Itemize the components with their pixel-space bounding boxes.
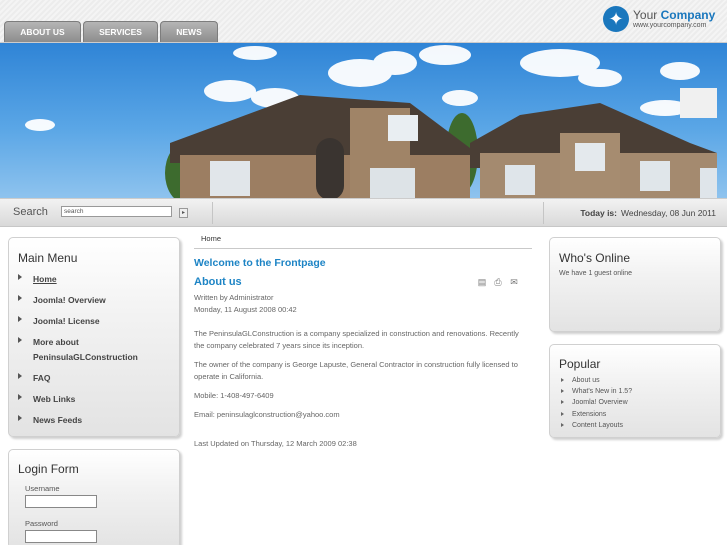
whos-online-text: We have 1 guest online bbox=[559, 270, 633, 277]
popular-item-extensions[interactable]: Extensions bbox=[559, 409, 632, 420]
house-illustration bbox=[25, 45, 717, 198]
popular-item-content-layouts[interactable]: Content Layouts bbox=[559, 420, 632, 431]
menu-item-web-links[interactable]: Web Links bbox=[17, 392, 177, 407]
password-input[interactable] bbox=[25, 530, 97, 543]
menu-item-faq[interactable]: FAQ bbox=[17, 371, 177, 386]
main-menu-list: Home Joomla! Overview Joomla! License Mo… bbox=[17, 272, 177, 428]
article-icons: ▤ ⎙ ✉ bbox=[477, 278, 519, 287]
menu-item-joomla-license[interactable]: Joomla! License bbox=[17, 314, 177, 329]
menu-item-more-about[interactable]: More about PeninsulaGLConstruction bbox=[17, 335, 177, 365]
top-bar: ABOUT US SERVICES NEWS Your Company www.… bbox=[0, 0, 727, 42]
article-paragraph: The owner of the company is George Lapus… bbox=[194, 360, 518, 381]
breadcrumb[interactable]: Home bbox=[201, 234, 221, 243]
password-label: Password bbox=[25, 519, 58, 528]
main-menu-panel: Main Menu Home Joomla! Overview Joomla! … bbox=[8, 237, 180, 437]
search-divider bbox=[212, 202, 213, 224]
popular-title: Popular bbox=[559, 357, 601, 371]
article-paragraph: The PeninsulaGLConstruction is a company… bbox=[194, 329, 519, 350]
username-label: Username bbox=[25, 484, 60, 493]
today-date: Today is: Wednesday, 08 Jun 2011 bbox=[580, 208, 716, 218]
print-icon[interactable]: ⎙ bbox=[493, 278, 503, 287]
article-title[interactable]: About us bbox=[194, 276, 242, 288]
header-banner-image bbox=[0, 42, 727, 199]
main-nav: ABOUT US SERVICES NEWS bbox=[4, 21, 218, 42]
article-last-updated: Last Updated on Thursday, 12 March 2009 … bbox=[194, 439, 357, 448]
menu-item-home[interactable]: Home bbox=[17, 272, 177, 287]
date-divider bbox=[543, 202, 544, 224]
username-input[interactable] bbox=[25, 495, 97, 508]
article-email: Email: peninsulaglconstruction@yahoo.com bbox=[194, 410, 340, 419]
search-bar: Search ▸ Today is:Wednesday, 08 Jun 2011 bbox=[0, 199, 727, 227]
tab-news[interactable]: NEWS bbox=[160, 21, 218, 42]
tab-services[interactable]: SERVICES bbox=[83, 21, 158, 42]
logo-name: Your Company bbox=[633, 8, 716, 22]
article-mobile: Mobile: 1-408-497-6409 bbox=[194, 391, 274, 400]
email-icon[interactable]: ✉ bbox=[509, 278, 519, 287]
whos-online-title: Who's Online bbox=[559, 251, 630, 265]
tab-about-us[interactable]: ABOUT US bbox=[4, 21, 81, 42]
search-submit-button[interactable]: ▸ bbox=[179, 208, 188, 218]
company-logo[interactable]: Your Company www.yourcompany.com bbox=[603, 6, 715, 32]
search-label: Search bbox=[13, 206, 48, 218]
login-form-panel: Login Form Username Password bbox=[8, 449, 180, 545]
page-title: Welcome to the Frontpage bbox=[194, 257, 326, 269]
article-date: Monday, 11 August 2008 00:42 bbox=[194, 305, 297, 314]
popular-panel: Popular About us What's New in 1.5? Joom… bbox=[549, 344, 721, 438]
breadcrumb-divider bbox=[194, 248, 532, 249]
popular-item-about-us[interactable]: About us bbox=[559, 375, 632, 386]
main-menu-title: Main Menu bbox=[18, 251, 78, 265]
whos-online-panel: Who's Online We have 1 guest online bbox=[549, 237, 721, 332]
login-form-title: Login Form bbox=[18, 462, 79, 476]
popular-list: About us What's New in 1.5? Joomla! Over… bbox=[559, 375, 632, 431]
menu-item-news-feeds[interactable]: News Feeds bbox=[17, 413, 177, 428]
menu-item-joomla-overview[interactable]: Joomla! Overview bbox=[17, 293, 177, 308]
logo-url: www.yourcompany.com bbox=[633, 22, 707, 29]
popular-item-whats-new[interactable]: What's New in 1.5? bbox=[559, 386, 632, 397]
logo-icon bbox=[603, 6, 629, 32]
search-input[interactable] bbox=[61, 206, 172, 217]
article-author: Written by Administrator bbox=[194, 293, 274, 302]
popular-item-joomla-overview[interactable]: Joomla! Overview bbox=[559, 397, 632, 408]
pdf-icon[interactable]: ▤ bbox=[477, 278, 487, 287]
